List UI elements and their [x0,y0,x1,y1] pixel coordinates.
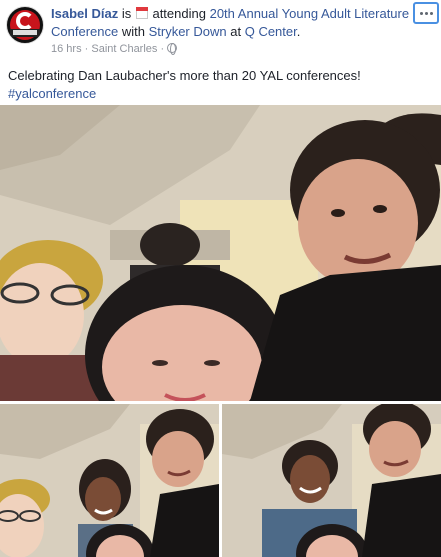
photo-thumbnail-2-graphic [222,404,441,557]
place-link[interactable]: Q Center [245,24,297,39]
post-text: Celebrating Dan Laubacher's more than 20… [8,68,361,83]
avatar[interactable] [6,6,44,44]
more-dot [429,11,433,15]
location-link[interactable]: Saint Charles [91,43,157,55]
post-header: Isabel Díaz is attending 20th Annual You… [0,0,441,62]
photo-thumbnail-1-graphic [0,404,219,557]
main-photo-graphic [0,105,441,401]
more-options-icon[interactable] [413,2,439,24]
post-meta: Isabel Díaz is attending 20th Annual You… [51,5,413,41]
author-name[interactable]: Isabel Díaz [51,6,118,21]
avatar-logo-text-strip [13,30,37,35]
hashtag-link[interactable]: #yalconference [8,85,433,103]
more-dot [419,11,423,15]
photo-thumbnail-2[interactable] [222,404,441,557]
post-subline: 16 hrs · Saint Charles · [51,42,178,56]
calendar-icon [135,7,148,19]
post-body: Celebrating Dan Laubacher's more than 20… [8,67,433,103]
avatar-logo-glyph [16,12,34,30]
timestamp[interactable]: 16 hrs [51,43,82,55]
separator: · [84,43,89,55]
separator-2: · [160,43,165,55]
period-text: . [296,24,301,39]
with-text: with [121,24,145,39]
main-photo[interactable] [0,105,441,401]
globe-icon[interactable] [167,43,178,55]
is-text: is [121,6,132,21]
at-text: at [230,24,242,39]
friend-link[interactable]: Stryker Down [149,24,227,39]
more-dot [424,11,428,15]
photo-thumbnail-1[interactable] [0,404,219,557]
activity-text: attending [152,6,206,21]
